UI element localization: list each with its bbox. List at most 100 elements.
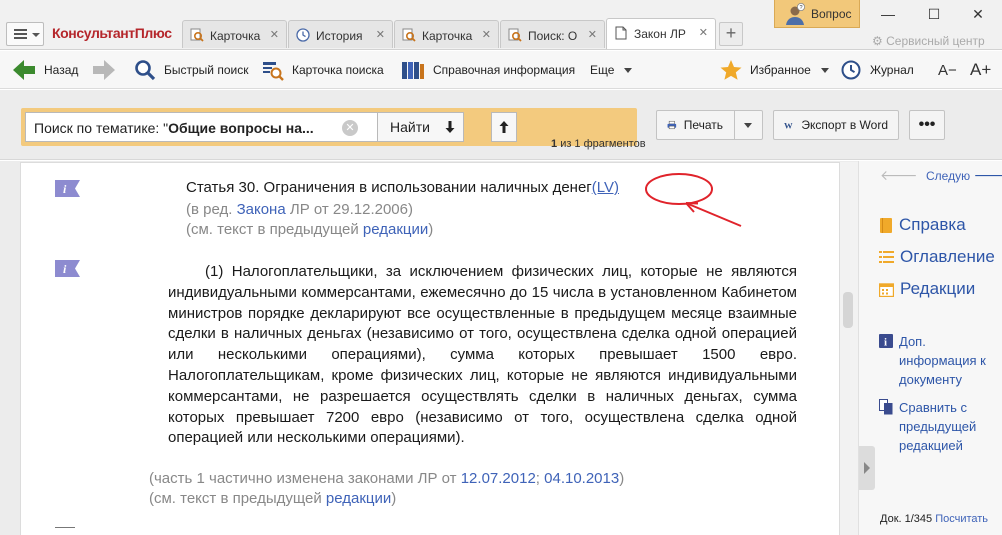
search-card-icon (190, 28, 204, 42)
tab-bar: КонсультантПлюс Карточка ✕ История ✕ Кар… (0, 0, 1002, 50)
search-icon (135, 60, 156, 81)
clear-search-icon[interactable]: ✕ (342, 120, 358, 136)
more-options-button[interactable]: ••• (909, 110, 945, 140)
search-query: Общие вопросы на... (168, 120, 314, 136)
paragraph-amendment-note: (часть 1 частично изменена законами ЛР о… (149, 470, 625, 487)
star-icon (720, 60, 742, 80)
history-clock-icon (296, 28, 310, 42)
divider (734, 111, 735, 139)
article-title: Статья 30. Ограничения в использовании н… (186, 179, 619, 196)
count-documents-link[interactable]: Посчитать (935, 513, 988, 525)
help-link[interactable]: Справка (879, 215, 966, 235)
previous-arrow-icon[interactable]: 🡐 (880, 167, 918, 184)
collapse-panel-handle[interactable] (859, 446, 875, 490)
close-icon[interactable]: ✕ (588, 28, 597, 41)
journal-button[interactable]: Журнал (840, 57, 914, 83)
tab-card-2[interactable]: Карточка ✕ (394, 20, 499, 48)
close-icon[interactable]: ✕ (376, 28, 385, 41)
article-edition-note: (в ред. Закона ЛР от 29.12.2006) (186, 201, 413, 218)
next-item-marker (55, 527, 75, 528)
list-icon (879, 250, 894, 263)
chevron-down-icon (820, 67, 829, 73)
search-card-button[interactable]: Карточка поиска (262, 57, 384, 83)
help-book-icon (880, 217, 892, 233)
arrow-down-icon (445, 121, 455, 133)
svg-text:i: i (884, 337, 887, 349)
main-menu-button[interactable] (6, 22, 44, 46)
print-button[interactable]: Печать (656, 110, 763, 140)
edition-link[interactable]: редакции (326, 490, 391, 507)
chevron-down-icon (32, 33, 40, 37)
books-icon (402, 62, 424, 79)
calendar-icon (879, 282, 894, 297)
extra-info-link[interactable]: i Доп. информация к документу (879, 332, 997, 389)
paragraph-1: (1) Налогоплательщики, за исключением фи… (168, 263, 797, 447)
close-icon[interactable]: ✕ (699, 26, 708, 39)
document-position-status: Док. 1/345 Посчитать (880, 513, 989, 525)
main-toolbar: Назад Быстрый поиск Карточка поиска Спра… (0, 51, 1002, 89)
document-page: i Статья 30. Ограничения в использовании… (20, 162, 840, 535)
service-center-link[interactable]: ⚙ Сервисный центр (872, 34, 985, 48)
favorites-menu[interactable]: Избранное (720, 57, 829, 83)
arrow-up-icon (499, 121, 509, 133)
export-word-button[interactable]: W Экспорт в Word (773, 110, 899, 140)
minimize-button[interactable]: — (868, 2, 908, 26)
new-tab-button[interactable]: + (719, 22, 743, 46)
topic-search-field[interactable]: Поиск по тематике: "Общие вопросы на... … (25, 112, 386, 142)
maximize-button[interactable]: ☐ (914, 2, 954, 26)
find-previous-button[interactable] (491, 112, 517, 142)
consultant-person-icon: ? (786, 3, 805, 25)
gear-icon: ⚙ (872, 34, 883, 48)
ellipsis-icon: ••• (918, 116, 936, 133)
law-link[interactable]: Закона (237, 201, 286, 218)
amendment-link-1[interactable]: 12.07.2012 (461, 470, 536, 487)
fragment-counter: 1 из 1 фрагментов (551, 138, 646, 150)
red-annotation-ring-arrow (645, 173, 742, 227)
next-arrow-icon: 🡒 (973, 167, 1002, 183)
info-icon: i (879, 334, 893, 348)
search-card-icon (508, 28, 522, 42)
lv-source-link[interactable]: (LV) (592, 179, 619, 196)
document-search-bar: Поиск по тематике: "Общие вопросы на... … (0, 90, 1002, 160)
word-export-icon: W (784, 120, 793, 130)
editions-link[interactable]: Редакции (879, 279, 975, 299)
info-flag-icon[interactable]: i (55, 180, 80, 197)
search-card-icon (263, 62, 284, 81)
close-icon[interactable]: ✕ (482, 28, 491, 41)
font-decrease-button[interactable]: A− (938, 57, 957, 83)
font-increase-button[interactable]: A+ (970, 57, 991, 83)
scrollbar-thumb[interactable] (843, 292, 853, 328)
search-card-icon (402, 28, 416, 42)
forward-button[interactable] (92, 57, 116, 83)
tab-card-1[interactable]: Карточка ✕ (182, 20, 287, 48)
right-side-panel: 🡐 Следую 🡒 Справка Оглавление Редакции i… (858, 161, 1002, 535)
next-link[interactable]: Следую 🡒 (926, 167, 1002, 184)
svg-text:W: W (784, 120, 793, 130)
more-menu[interactable]: Еще (590, 57, 633, 83)
compare-editions-link[interactable]: Сравнить с предыдущей редакцией (879, 398, 997, 455)
quick-search-button[interactable]: Быстрый поиск (134, 57, 248, 83)
tab-history[interactable]: История ✕ (288, 20, 393, 48)
reference-info-button[interactable]: Справочная информация (401, 57, 575, 83)
find-next-button[interactable]: Найти (377, 112, 464, 142)
info-flag-icon[interactable]: i (55, 260, 80, 277)
edition-link[interactable]: редакции (363, 221, 428, 238)
arrow-left-icon (13, 60, 35, 80)
document-scrollbar[interactable] (840, 162, 858, 535)
close-window-button[interactable]: ✕ (958, 2, 998, 26)
history-clock-icon (841, 60, 861, 80)
search-highlight-frame: Поиск по тематике: "Общие вопросы на... … (21, 108, 646, 150)
document-viewer: i Статья 30. Ограничения в использовании… (0, 161, 858, 535)
close-icon[interactable]: ✕ (270, 28, 279, 41)
arrow-right-icon (93, 60, 115, 80)
tab-law-document[interactable]: Закон ЛР ✕ (606, 18, 716, 49)
tab-search-results[interactable]: Поиск: О ✕ (500, 20, 605, 48)
printer-icon (667, 120, 677, 130)
back-button[interactable]: Назад (12, 57, 78, 83)
article-previous-text-note: (см. текст в предыдущей редакции) (186, 221, 434, 238)
chevron-down-icon (744, 122, 752, 128)
question-button[interactable]: ? Вопрос (774, 0, 860, 28)
contents-link[interactable]: Оглавление (879, 247, 995, 267)
amendment-link-2[interactable]: 04.10.2013 (544, 470, 619, 487)
svg-text:?: ? (799, 5, 802, 11)
